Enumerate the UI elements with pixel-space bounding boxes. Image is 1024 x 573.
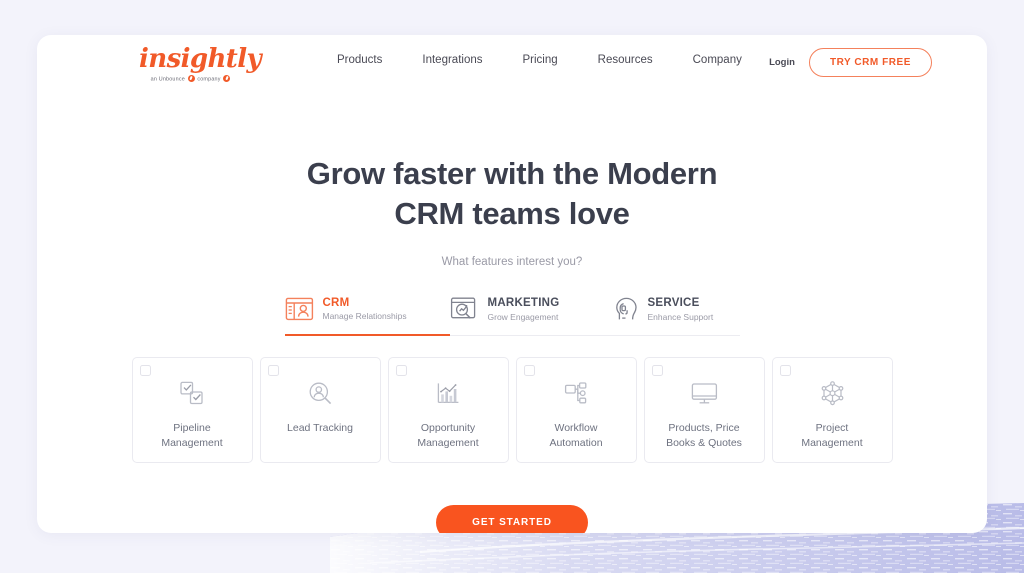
tab-marketing-text: MARKETING Grow Engagement bbox=[488, 296, 560, 321]
feature-checkbox-opportunity-management[interactable] bbox=[395, 364, 407, 376]
feature-label-line2: Books & Quotes bbox=[666, 437, 742, 450]
nav-item-pricing[interactable]: Pricing bbox=[523, 54, 558, 66]
feature-card-opportunity-management[interactable]: Opportunity Management bbox=[387, 356, 509, 463]
checklist-icon bbox=[179, 379, 206, 409]
primary-nav: Products Integrations Pricing Resources … bbox=[337, 54, 742, 66]
headline-line-1: Grow faster with the Modern bbox=[306, 156, 718, 191]
tab-crm-subtitle: Manage Relationships bbox=[322, 311, 407, 322]
feature-checkbox-lead-tracking[interactable] bbox=[267, 364, 279, 376]
tab-service-text: SERVICE Enhance Support bbox=[648, 296, 714, 321]
feature-label-line1: Pipeline bbox=[173, 421, 211, 434]
feature-label-line2: Management bbox=[801, 437, 863, 450]
network-atom-icon bbox=[819, 379, 846, 409]
feature-cards-grid: Pipeline Management Lead Tracking Opport… bbox=[37, 356, 987, 463]
feature-label-line1: Workflow bbox=[554, 421, 598, 434]
tab-marketing[interactable]: MARKETING Grow Engagement bbox=[450, 293, 610, 335]
tab-crm-text: CRM Manage Relationships bbox=[323, 296, 407, 321]
hero-section: Grow faster with the Modern CRM teams lo… bbox=[37, 154, 987, 268]
brand-logo[interactable]: insightly an Unbounce company bbox=[139, 44, 262, 83]
feature-checkbox-pipeline-management[interactable] bbox=[139, 364, 151, 376]
feature-card-products-price-books-quotes[interactable]: Products, Price Books & Quotes bbox=[643, 356, 765, 463]
try-crm-free-button[interactable]: TRY CRM FREE bbox=[808, 48, 932, 77]
chart-search-icon bbox=[450, 296, 479, 322]
brand-wordmark: insightly bbox=[139, 44, 262, 74]
flow-nodes-icon bbox=[563, 379, 590, 409]
feature-label-workflow-automation: Workflow Automation bbox=[543, 421, 608, 453]
nav-item-products[interactable]: Products bbox=[337, 54, 382, 66]
feature-card-project-management[interactable]: Project Management bbox=[771, 356, 893, 463]
feature-label-line1: Products, Price bbox=[668, 421, 740, 434]
feature-label-line1: Lead Tracking bbox=[287, 421, 353, 434]
nav-item-company[interactable]: Company bbox=[693, 54, 742, 66]
brand-tagline-after: company bbox=[197, 76, 221, 83]
person-search-icon bbox=[307, 379, 334, 409]
contact-card-icon bbox=[285, 296, 314, 322]
page-card: insightly an Unbounce company Products I… bbox=[37, 35, 987, 533]
feature-label-pipeline-management: Pipeline Management bbox=[155, 421, 228, 453]
site-header: insightly an Unbounce company Products I… bbox=[37, 35, 987, 95]
brand-tagline: an Unbounce company bbox=[139, 75, 243, 83]
tab-service[interactable]: SERVICE Enhance Support bbox=[610, 293, 740, 335]
category-tabs: CRM Manage Relationships MARKETING Grow … bbox=[284, 293, 740, 336]
feature-label-project-management: Project Management bbox=[795, 421, 868, 453]
tab-marketing-title: MARKETING bbox=[487, 297, 560, 310]
headline-line-2: CRM teams love bbox=[394, 196, 630, 232]
tab-crm-title: CRM bbox=[322, 296, 350, 309]
cta-section: GET STARTED bbox=[37, 504, 987, 533]
nav-item-resources[interactable]: Resources bbox=[598, 54, 653, 66]
feature-checkbox-project-management[interactable] bbox=[779, 364, 791, 376]
tab-service-title: SERVICE bbox=[647, 297, 700, 310]
monitor-icon bbox=[690, 379, 719, 409]
feature-label-line2: Management bbox=[417, 437, 479, 450]
hero-subtitle: What features interest you? bbox=[441, 255, 583, 268]
tab-crm[interactable]: CRM Manage Relationships bbox=[284, 293, 450, 336]
feature-card-pipeline-management[interactable]: Pipeline Management bbox=[131, 356, 253, 463]
brand-tagline-before: an Unbounce bbox=[150, 76, 185, 83]
headset-profile-icon bbox=[610, 296, 639, 322]
feature-label-line1: Opportunity bbox=[420, 421, 476, 434]
unbounce-mark-icon-2 bbox=[223, 75, 231, 82]
get-started-button[interactable]: GET STARTED bbox=[436, 504, 588, 533]
login-link[interactable]: Login bbox=[769, 57, 795, 68]
page-title: Grow faster with the Modern CRM teams lo… bbox=[37, 154, 987, 235]
unbounce-mark-icon bbox=[187, 75, 195, 82]
tab-marketing-subtitle: Grow Engagement bbox=[487, 311, 559, 322]
feature-label-products-price-books-quotes: Products, Price Books & Quotes bbox=[660, 421, 748, 453]
bar-chart-icon bbox=[435, 379, 462, 409]
feature-checkbox-products-price-books-quotes[interactable] bbox=[651, 364, 663, 376]
header-actions: Login TRY CRM FREE bbox=[769, 48, 932, 77]
feature-checkbox-workflow-automation[interactable] bbox=[523, 364, 535, 376]
feature-label-lead-tracking: Lead Tracking bbox=[281, 421, 359, 437]
feature-card-workflow-automation[interactable]: Workflow Automation bbox=[515, 356, 637, 463]
feature-label-line2: Management bbox=[161, 437, 223, 450]
feature-card-lead-tracking[interactable]: Lead Tracking bbox=[259, 356, 381, 463]
feature-label-line2: Automation bbox=[549, 437, 603, 450]
feature-label-opportunity-management: Opportunity Management bbox=[411, 421, 484, 453]
feature-label-line1: Project bbox=[815, 421, 849, 434]
tab-service-subtitle: Enhance Support bbox=[647, 311, 714, 322]
nav-item-integrations[interactable]: Integrations bbox=[422, 54, 482, 66]
